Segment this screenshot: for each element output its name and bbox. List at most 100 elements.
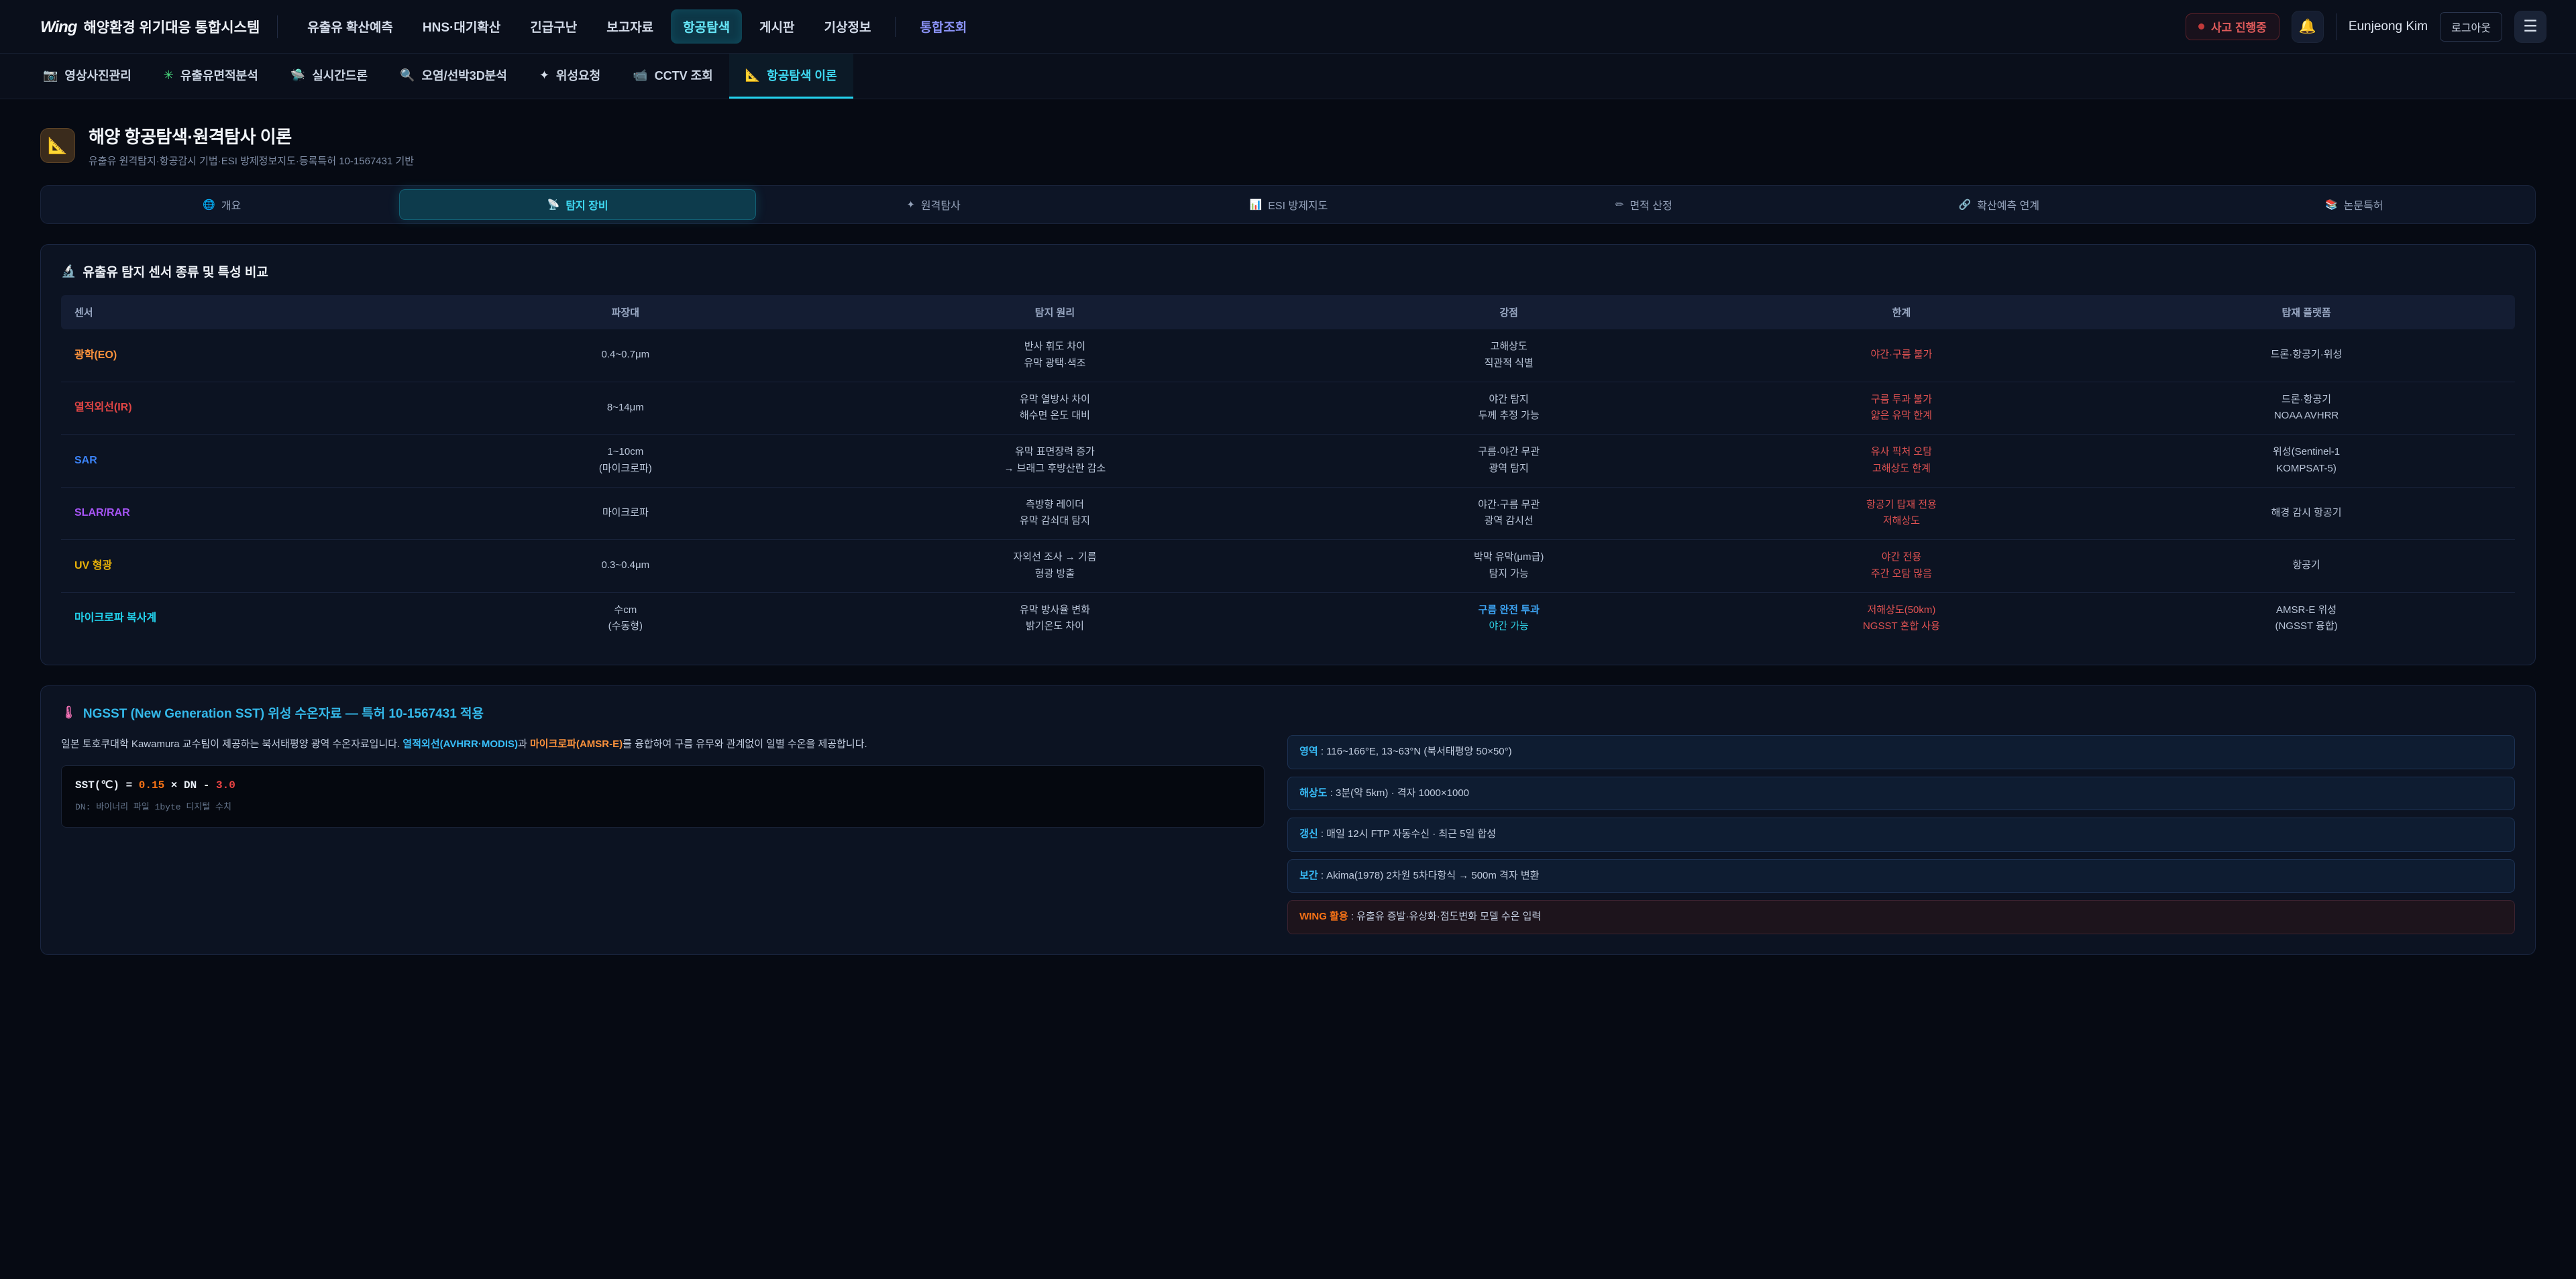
table-cell: AMSR-E 위성(NGSST 융합): [2098, 592, 2515, 645]
ngsst-title-text: NGSST (New Generation SST) 위성 수온자료 — 특허 …: [83, 704, 484, 722]
table-cell: 위성(Sentinel-1KOMPSAT-5): [2098, 435, 2515, 488]
app-logo[interactable]: Wing 해양환경 위기대응 통합시스템: [40, 17, 260, 37]
info-row-label: 해상도: [1299, 787, 1327, 799]
column-header: 탐지 원리: [797, 295, 1312, 329]
table-cell: 야간 전용주간 오탐 많음: [1705, 540, 2098, 593]
info-row-label: 영역: [1299, 746, 1318, 757]
tab-0[interactable]: 🌐개요: [44, 189, 399, 220]
incident-status-badge[interactable]: 사고 진행중: [2186, 13, 2279, 40]
table-cell: 야간·구름 불가: [1705, 329, 2098, 382]
sensor-table-header: 센서파장대탐지 원리강점한계탑재 플랫폼: [61, 295, 2515, 329]
page-header-text: 해양 항공탐색·원격탐사 이론 유출유 원격탐지·항공감시 기법·ESI 방제정…: [89, 123, 414, 168]
section-tabbar: 🌐개요📡탐지 장비 ✦ 원격탐사 📊 ESI 방제지도 ✏ 면적 산정 🔗확산예측 연계📚논문…: [40, 185, 2536, 224]
subnav-item-label: 영상사진관리: [64, 66, 131, 84]
nav-item-2[interactable]: 긴급구난: [518, 9, 589, 44]
nav-item-3[interactable]: 보고자료: [594, 9, 665, 44]
sst-formula-block: SST(℃) = 0.15 × DN - 3.0 DN: 바이너리 파일 1by…: [61, 765, 1265, 828]
ngsst-info-row-2: 갱신 : 매일 12시 FTP 자동수신 · 최근 5일 합성: [1287, 818, 2515, 852]
table-cell: 0.3~0.4μm: [453, 540, 797, 593]
table-row: 열적외선(IR)8~14μm유막 열방사 차이해수면 온도 대비야간 탐지두께 …: [61, 382, 2515, 435]
topbar-right: 사고 진행중 🔔 Eunjeong Kim 로그아웃 ☰: [2186, 11, 2546, 43]
info-row-value: : Akima(1978) 2차원 5차다항식 → 500m 격자 변환: [1318, 870, 1540, 881]
tab-6[interactable]: 📚논문특허: [2177, 189, 2532, 220]
camera-icon: 📷: [43, 68, 58, 82]
subnav-item-label: 유출유면적분석: [180, 66, 258, 84]
nav-item-7[interactable]: 통합조회: [908, 9, 979, 44]
tab-3[interactable]: 📊 ESI 방제지도: [1111, 189, 1466, 220]
logout-button[interactable]: 로그아웃: [2440, 12, 2502, 42]
column-header: 한계: [1705, 295, 2098, 329]
subnav-item-label: CCTV 조회: [655, 66, 713, 84]
hamburger-icon: ☰: [2523, 17, 2538, 36]
table-cell: 구름 투과 불가얇은 유막 한계: [1705, 382, 2098, 435]
ngsst-right-column: 영역 : 116~166°E, 13~63°N (북서태평양 50×50°) 해상…: [1287, 735, 2515, 934]
sensor-name-cell: 광학(EO): [61, 329, 453, 382]
table-cell: 드론·항공기·위성: [2098, 329, 2515, 382]
column-header: 파장대: [453, 295, 797, 329]
sensor-section-title-text: 유출유 탐지 센서 종류 및 특성 비교: [83, 262, 268, 280]
incident-dot-icon: [2198, 23, 2204, 30]
table-cell: 0.4~0.7μm: [453, 329, 797, 382]
ngsst-info-row-4: WING 활용 : 유출유 증발·유상화·점도변화 모델 수온 입력: [1287, 900, 2515, 934]
table-cell: 마이크로파: [453, 487, 797, 540]
subnav-item-label: 위성요청: [556, 66, 600, 84]
hamburger-menu-button[interactable]: ☰: [2514, 11, 2546, 43]
nav-item-5[interactable]: 게시판: [747, 9, 806, 44]
tab-2[interactable]: ✦ 원격탐사: [756, 189, 1111, 220]
subnav-item-1[interactable]: ✳ 유출유면적분석: [148, 54, 274, 99]
subnav-item-4[interactable]: ✦위성요청: [523, 54, 616, 99]
subnav-item-2[interactable]: 🛸실시간드론: [274, 54, 384, 99]
column-header: 센서: [61, 295, 453, 329]
chart-icon: 📊: [1250, 199, 1263, 211]
sensor-section-title: 🔬 유출유 탐지 센서 종류 및 특성 비교: [61, 262, 2515, 280]
sensor-comparison-card: 🔬 유출유 탐지 센서 종류 및 특성 비교 센서파장대탐지 원리강점한계탑재 …: [40, 244, 2536, 665]
table-cell: 야간 탐지두께 추정 가능: [1313, 382, 1705, 435]
table-cell: 저해상도(50km)NGSST 혼합 사용: [1705, 592, 2098, 645]
microscope-icon: 🔬: [61, 264, 76, 278]
pencil-icon: ✏: [1615, 199, 1624, 211]
incident-badge-label: 사고 진행중: [2211, 18, 2267, 35]
table-row: SAR1~10cm(마이크로파)유막 표면장력 증가→ 브래그 후방산란 감소구…: [61, 435, 2515, 488]
info-row-label: 갱신: [1299, 828, 1318, 840]
table-cell: 유막 표면장력 증가→ 브래그 후방산란 감소: [797, 435, 1312, 488]
table-cell: 반사 휘도 차이유막 광택·색조: [797, 329, 1312, 382]
tab-5[interactable]: 🔗확산예측 연계: [1821, 189, 2176, 220]
table-cell: 항공기 탑재 전용저해상도: [1705, 487, 2098, 540]
tab-4[interactable]: ✏ 면적 산정: [1466, 189, 1821, 220]
triangle-ruler-icon: 📐: [745, 68, 760, 82]
table-row: UV 형광0.3~0.4μm자외선 조사 → 기름형광 방출박막 유막(μm급)…: [61, 540, 2515, 593]
logo-wing-icon: Wing: [40, 18, 76, 37]
ngsst-left-column: 일본 토호쿠대학 Kawamura 교수팀이 제공하는 북서태평양 광역 수온자…: [61, 735, 1265, 934]
area-analysis-icon: ✳: [164, 68, 174, 82]
page-ruler-icon: 📐: [40, 128, 75, 163]
table-cell: 구름 완전 투과야간 가능: [1313, 592, 1705, 645]
ngsst-info-row-0: 영역 : 116~166°E, 13~63°N (북서태평양 50×50°): [1287, 735, 2515, 769]
subnav-item-0[interactable]: 📷 영상사진관리: [27, 54, 148, 99]
ngsst-highlight-mw: 마이크로파(AMSR-E): [530, 738, 623, 750]
table-cell: 유막 방사율 변화밝기온도 차이: [797, 592, 1312, 645]
tab-label: 면적 산정: [1630, 197, 1672, 213]
nav-item-0[interactable]: 유출유 확산예측: [295, 9, 405, 44]
sensor-table: 센서파장대탐지 원리강점한계탑재 플랫폼 광학(EO)0.4~0.7μm반사 휘…: [61, 295, 2515, 645]
table-row: 광학(EO)0.4~0.7μm반사 휘도 차이유막 광택·색조고해상도직관적 식…: [61, 329, 2515, 382]
tab-1[interactable]: 📡탐지 장비: [399, 189, 755, 220]
info-row-label: WING 활용: [1299, 911, 1348, 922]
table-cell: 1~10cm(마이크로파): [453, 435, 797, 488]
subnav-item-label: 항공탐색 이론: [767, 66, 837, 84]
nav-item-4[interactable]: 항공탐색: [671, 9, 742, 44]
tab-label: 원격탐사: [921, 197, 961, 213]
star-icon: ✦: [906, 199, 915, 211]
nav-item-6[interactable]: 기상정보: [812, 9, 883, 44]
tab-label: 개요: [221, 197, 241, 213]
table-cell: 자외선 조사 → 기름형광 방출: [797, 540, 1312, 593]
tab-label: 탐지 장비: [566, 197, 608, 213]
nav-item-1[interactable]: HNS·대기확산: [411, 9, 513, 44]
page-title: 해양 항공탐색·원격탐사 이론: [89, 123, 414, 148]
subnav-item-5[interactable]: 📹CCTV 조회: [616, 54, 729, 99]
notification-button[interactable]: 🔔: [2292, 11, 2324, 43]
table-cell: 드론·항공기NOAA AVHRR: [2098, 382, 2515, 435]
user-divider: [2336, 13, 2337, 40]
subnav-item-6[interactable]: 📐 항공탐색 이론: [729, 54, 853, 99]
subnav-item-3[interactable]: 🔍오염/선박3D분석: [384, 54, 523, 99]
tab-label: ESI 방제지도: [1268, 197, 1328, 213]
